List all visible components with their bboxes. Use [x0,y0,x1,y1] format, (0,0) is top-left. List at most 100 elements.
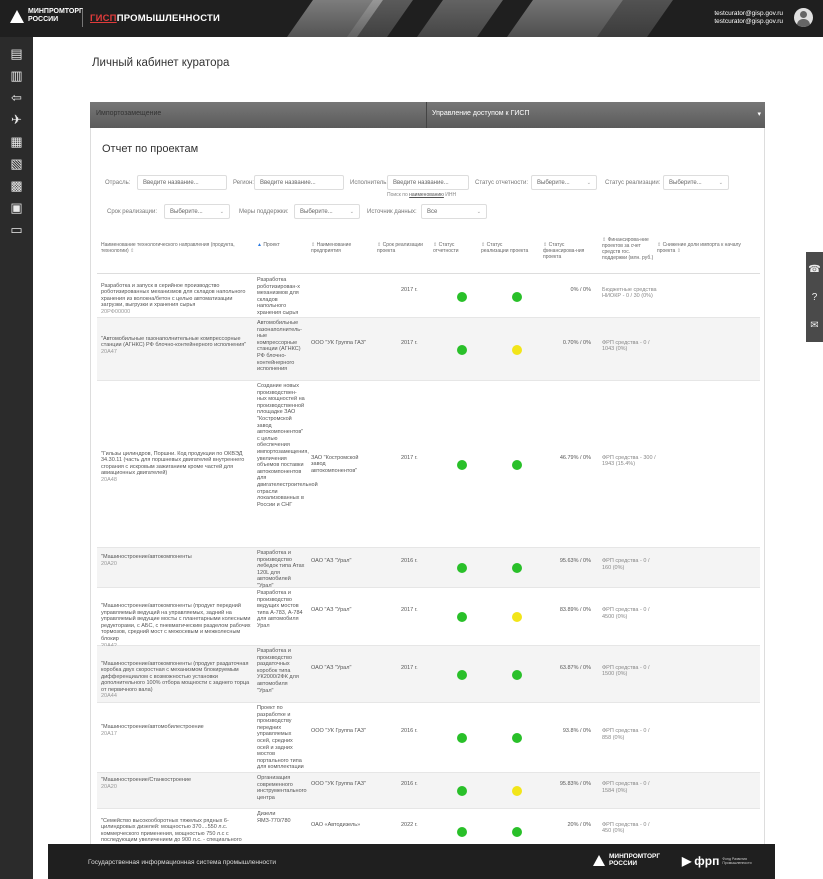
main-content: Личный кабинет куратора Импортозамещение… [90,40,765,879]
column-header-project[interactable]: ▲ Проект [257,242,307,248]
financing-status-cell: 95.83% / 0% [559,781,591,787]
project-cell: Разработка и производство лебедок типа А… [257,550,305,589]
top-bar: МИНПРОМТОРГ РОССИИ ГИСППРОМЫШЛЕННОСТИ te… [0,0,823,37]
column-header-term[interactable]: ⇕ Срок реализации проекта [377,242,423,254]
chevron-down-icon: ⌄ [476,209,481,215]
impl-status-indicator [512,826,522,837]
document-icon[interactable]: ▤ [0,43,33,65]
logo-text: МИНПРОМТОРГ РОССИИ [28,8,83,23]
mail-icon[interactable]: ✉ [810,320,818,331]
building-icon[interactable]: ▩ [0,175,33,197]
column-header-financing-status[interactable]: ⇕ Статус финансирова-ния проекта [543,242,589,260]
report-status-indicator [457,291,467,302]
executor-input[interactable]: Введите название... [387,175,469,190]
report-title: Отчет по проектам [102,143,199,155]
year-cell: 2022 г. [401,821,418,828]
direction-text: Разработка и запуск в серийное производс… [101,282,246,309]
region-label: Регион: [233,180,254,186]
report-status-select[interactable]: Выберите... ⌄ [531,175,597,190]
table-row[interactable]: "Машиностроение/автокомпоненты (продукт … [97,646,760,703]
table-row[interactable]: "Автомобильные газонаполнительные компре… [97,318,760,381]
tab-access-management[interactable]: Управление доступом к ГИСП [432,110,529,117]
file-icon[interactable]: ▧ [0,153,33,175]
user-email: testcurator@gisp.gov.ru [714,10,783,17]
import-icon[interactable]: ⇦ [0,87,33,109]
company-cell: ООО "УК Группа ГАЗ" [311,339,366,346]
project-cell: Создание новых производствен-ных мощност… [257,383,318,508]
report-status-indicator [457,563,467,573]
direction-code: 20А20 [101,560,117,567]
chevron-down-icon[interactable]: ▾ [757,110,761,118]
company-cell: ОАО "АЗ "Урал" [311,664,352,671]
project-cell: Организация современного инструментально… [257,775,307,801]
footer-logo-text: МИНПРОМТОРГ РОССИИ [609,853,661,867]
chart-icon[interactable]: ▥ [0,65,33,87]
year-cell: 2017 г. [401,607,418,613]
column-header-company[interactable]: ⇕ Наименование предприятия [311,242,363,254]
table-row[interactable]: "Машиностроение/Станкостроение 20А20 Орган… [97,773,760,809]
gisp-logo[interactable]: ГИСППРОМЫШЛЕННОСТИ [90,13,220,24]
minpromtorg-logo[interactable]: МИНПРОМТОРГ РОССИИ [10,8,83,24]
table-row[interactable]: "Машиностроение/автомобилестроение 20А17 П… [97,703,760,773]
sidebar: ▤ ▥ ⇦ ✈ ▦ ▧ ▩ ▣ ▭ [0,37,33,879]
impl-status-indicator [512,786,522,796]
page-title: Личный кабинет куратора [92,57,230,69]
direction-cell: "Машиностроение/автокомпоненты (продукт … [101,661,251,701]
direction-cell: "Машиностроение/Станкостроение 20А20 [101,777,251,790]
impl-status-indicator [512,344,522,355]
tab-import-substitution[interactable]: Импортозамещение [96,110,161,117]
impl-status-indicator [512,733,522,743]
year-cell: 2017 г. [401,286,418,293]
financing-status-cell: 20% / 0% [567,821,591,828]
plane-icon[interactable]: ✈ [0,109,33,131]
industry-input[interactable]: Введите название... [137,175,227,190]
report-status-indicator [457,459,467,470]
financing-status-cell: 63.87% / 0% [559,664,591,671]
table-row[interactable]: "Машиностроение/автокомпоненты (продукт … [97,588,760,649]
report-status-label: Статус отчетности: [475,180,529,186]
user-info[interactable]: testcurator@gisp.gov.ru testcurator@gisp… [714,10,783,26]
region-input[interactable]: Введите название... [254,175,344,190]
table-row[interactable]: "Гильзы цилиндров, Поршни. Код продукции… [97,381,760,548]
financing-status-cell: 0.70% / 0% [562,339,591,346]
direction-code: 20А47 [101,348,117,355]
triangle-logo-icon [10,9,24,23]
id-card-icon[interactable]: ▭ [0,219,33,241]
section-tabs: Импортозамещение Управление доступом к Г… [90,102,765,128]
column-header-direction[interactable]: Наименование технологического направлени… [101,242,251,254]
impl-status-indicator [512,459,522,470]
triangle-logo-icon [593,854,605,866]
term-select[interactable]: Выберите... ⌄ [164,204,230,219]
column-header-state-support[interactable]: ⇕ Финансирова-ние проектов за счет средс… [602,237,654,261]
state-support-cell: ФРП средства - 300 / 1943 (15.4%) [602,454,656,468]
financing-status-cell: 95.63% / 0% [559,558,591,564]
headset-icon[interactable]: ☎ [808,264,820,275]
help-icon[interactable]: ? [812,292,818,303]
avatar[interactable] [794,8,813,27]
company-cell: ООО "УК Группа ГАЗ" [311,728,366,734]
source-select[interactable]: Все ⌄ [421,204,487,219]
industry-label: Отрасль: [105,180,131,186]
report-icon[interactable]: ▦ [0,131,33,153]
direction-code: 20А48 [101,476,117,483]
table-row[interactable]: "Машиностроение/автокомпоненты 20А20 Разра… [97,548,760,589]
impl-status-select[interactable]: Выберите... ⌄ [663,175,729,190]
footer-minpromtorg-logo[interactable]: МИНПРОМТОРГ РОССИИ [593,853,661,867]
direction-text: "Машиностроение/автокомпоненты [101,554,192,560]
year-cell: 2016 г. [401,728,418,734]
column-header-report-status[interactable]: ⇕ Статус отчетности [433,242,473,254]
report-card: Отчет по проектам Отрасль: Введите назва… [90,128,765,879]
footer-text: Государственная информационная система п… [88,859,277,866]
calculator-icon[interactable]: ▣ [0,197,33,219]
executor-hint-link[interactable]: наименованию [409,192,444,198]
chevron-down-icon: ⌄ [586,180,591,186]
state-support-cell: ФРП средства - 0 / 4500 (0%) [602,607,650,620]
column-header-import-reduction[interactable]: ⇕ Снижение доли импорта к началу проекта… [657,242,749,254]
frp-logo[interactable]: ▶ фрп Фонд Развития Промышленности [682,854,756,868]
year-cell: 2016 г. [401,558,418,564]
column-header-impl-status[interactable]: ⇕ Статус реализации проекта [481,242,531,254]
chevron-down-icon: ⌄ [349,209,354,215]
table-row[interactable]: Разработка и запуск в серийное производс… [97,275,760,318]
state-support-cell: ФРП средства - 0 / 858 (0%) [602,728,650,741]
support-select[interactable]: Выберите... ⌄ [294,204,360,219]
